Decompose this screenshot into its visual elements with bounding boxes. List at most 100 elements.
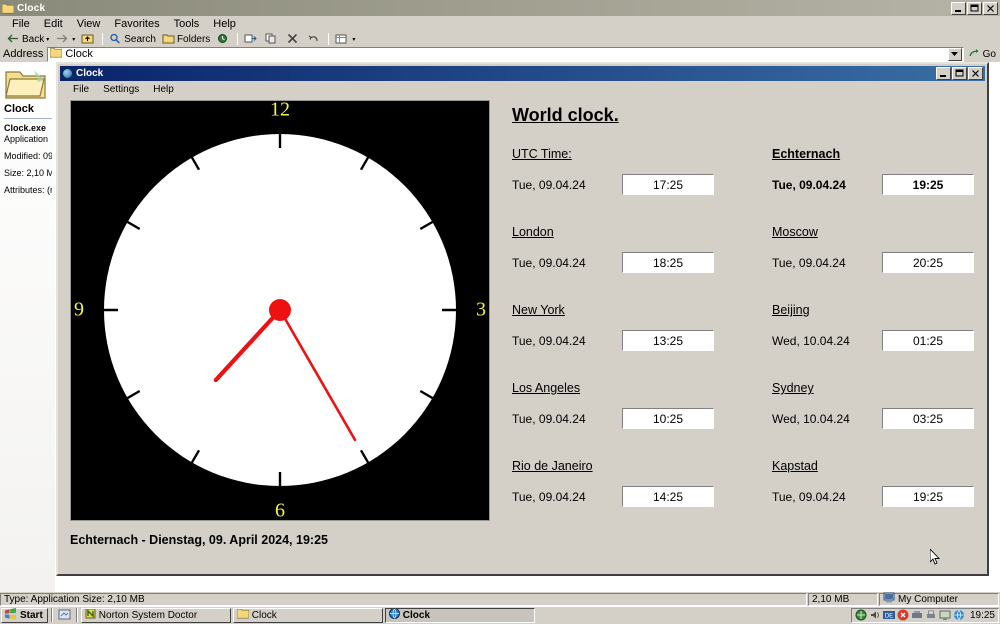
go-arrow-icon — [968, 48, 981, 60]
maximize-button[interactable] — [952, 67, 967, 80]
undo-button[interactable] — [304, 33, 325, 46]
taskbar-task-button[interactable]: Clock — [232, 607, 383, 623]
address-bar: Address Clock Go — [0, 46, 1000, 62]
city-row: Tue, 09.04.24 18:25 — [512, 252, 722, 273]
clock-menu-file[interactable]: File — [66, 84, 96, 95]
go-button[interactable]: Go — [964, 47, 1000, 62]
go-label: Go — [982, 48, 996, 60]
menu-tools[interactable]: Tools — [167, 17, 207, 31]
copy-to-button[interactable] — [262, 33, 283, 46]
cities_left-city-block: Rio de Janeiro Tue, 09.04.24 14:25 — [512, 459, 732, 510]
explorer-title: Clock — [17, 2, 46, 14]
city-time-field[interactable]: 17:25 — [622, 174, 714, 195]
city-time-field[interactable]: 19:25 — [882, 174, 974, 195]
menu-edit[interactable]: Edit — [37, 17, 70, 31]
system-tray: DE 19:25 — [850, 607, 999, 623]
address-dropdown-button[interactable] — [947, 47, 962, 61]
monitor-icon[interactable] — [939, 609, 951, 621]
volume-icon[interactable] — [869, 609, 881, 621]
address-input[interactable]: Clock — [47, 46, 964, 62]
sidebar-heading: Clock — [4, 103, 34, 115]
world-clock-column-right: Echternach Tue, 09.04.24 19:25 Moscow Tue, 0… — [772, 147, 992, 537]
city-name: Sydney — [772, 381, 814, 395]
taskbar-divider — [75, 608, 78, 622]
clock-menu-settings[interactable]: Settings — [96, 84, 146, 95]
folders-icon — [162, 33, 175, 45]
keyboard-de-icon[interactable]: DE — [882, 609, 895, 621]
city-name: Beijing — [772, 303, 810, 317]
city-name: London — [512, 225, 554, 239]
copy-to-icon — [265, 33, 278, 45]
chevron-down-icon[interactable]: ▾ — [352, 36, 355, 43]
up-button[interactable] — [78, 33, 99, 46]
city-time-field[interactable]: 14:25 — [622, 486, 714, 507]
close-icon[interactable] — [983, 1, 998, 15]
menu-file[interactable]: File — [5, 17, 37, 31]
city-name: Los Angeles — [512, 381, 581, 395]
norton-icon — [85, 608, 96, 622]
menu-favorites[interactable]: Favorites — [107, 17, 166, 31]
start-button[interactable]: Start — [1, 607, 48, 623]
cities_right-city-block: Moscow Tue, 09.04.24 20:25 — [772, 225, 992, 276]
city-time-field[interactable]: 01:25 — [882, 330, 974, 351]
back-button[interactable]: Back ▾ — [4, 33, 52, 46]
clock-menu-help[interactable]: Help — [146, 84, 181, 95]
connection-icon[interactable] — [953, 609, 965, 621]
clock-globe-icon — [388, 608, 400, 622]
taskbar-task-label: Clock — [402, 609, 431, 621]
taskbar-divider — [50, 608, 53, 622]
up-folder-icon — [81, 33, 94, 45]
city-row: Tue, 09.04.24 19:25 — [772, 486, 982, 507]
clock-titlebar[interactable]: Clock — [60, 66, 985, 81]
city-date: Tue, 09.04.24 — [772, 489, 846, 504]
chevron-down-icon[interactable]: ▾ — [46, 36, 49, 43]
search-button[interactable]: Search — [106, 33, 159, 46]
forward-button[interactable]: ▾ — [52, 33, 78, 46]
move-to-button[interactable] — [241, 33, 262, 46]
delete-button[interactable] — [283, 33, 304, 46]
printer-icon[interactable] — [925, 609, 937, 621]
mouse-cursor — [929, 547, 941, 565]
views-button[interactable]: ▾ — [332, 33, 358, 46]
city-time-field[interactable]: 13:25 — [622, 330, 714, 351]
city-name: UTC Time: — [512, 147, 572, 161]
history-button[interactable] — [213, 33, 234, 46]
city-time-field[interactable]: 10:25 — [622, 408, 714, 429]
analog-clock: 12 3 6 9 — [70, 99, 490, 522]
start-label: Start — [20, 609, 43, 621]
undo-icon — [307, 33, 320, 45]
folder-large-icon — [4, 66, 48, 102]
usb-icon[interactable] — [911, 609, 923, 621]
explorer-titlebar[interactable]: Clock — [0, 0, 1000, 16]
explorer-menubar: File Edit View Favorites Tools Help — [0, 16, 1000, 32]
sidebar-file-type: Application — [4, 134, 49, 144]
close-icon[interactable] — [968, 67, 983, 80]
clock-numeral-9: 9 — [74, 298, 84, 321]
city-date: Tue, 09.04.24 — [512, 489, 586, 504]
chevron-down-icon[interactable]: ▾ — [72, 36, 75, 43]
menu-view[interactable]: View — [70, 17, 108, 31]
antivirus-icon[interactable] — [897, 609, 909, 621]
city-time-field[interactable]: 18:25 — [622, 252, 714, 273]
address-label: Address — [3, 48, 44, 60]
city-row: Wed, 10.04.24 01:25 — [772, 330, 982, 351]
show-desktop-icon[interactable] — [56, 608, 73, 623]
city-time-field[interactable]: 03:25 — [882, 408, 974, 429]
restore-button[interactable] — [967, 1, 982, 15]
back-label: Back — [22, 33, 45, 45]
minimize-button[interactable] — [951, 1, 966, 15]
taskbar-task-button[interactable]: Clock — [384, 607, 535, 623]
sidebar-file-name: Clock.exe — [4, 123, 47, 133]
minimize-button[interactable] — [936, 67, 951, 80]
menu-help[interactable]: Help — [206, 17, 243, 31]
tray-clock[interactable]: 19:25 — [970, 610, 995, 621]
city-time-field[interactable]: 20:25 — [882, 252, 974, 273]
city-date: Tue, 09.04.24 — [512, 333, 586, 348]
taskbar-task-label: Clock — [251, 609, 277, 621]
views-icon — [335, 33, 348, 45]
network-icon[interactable] — [855, 609, 867, 621]
folders-button[interactable]: Folders — [159, 33, 213, 46]
city-time-field[interactable]: 19:25 — [882, 486, 974, 507]
clock-window-buttons — [936, 67, 983, 80]
taskbar-task-button[interactable]: Norton System Doctor — [80, 607, 231, 623]
